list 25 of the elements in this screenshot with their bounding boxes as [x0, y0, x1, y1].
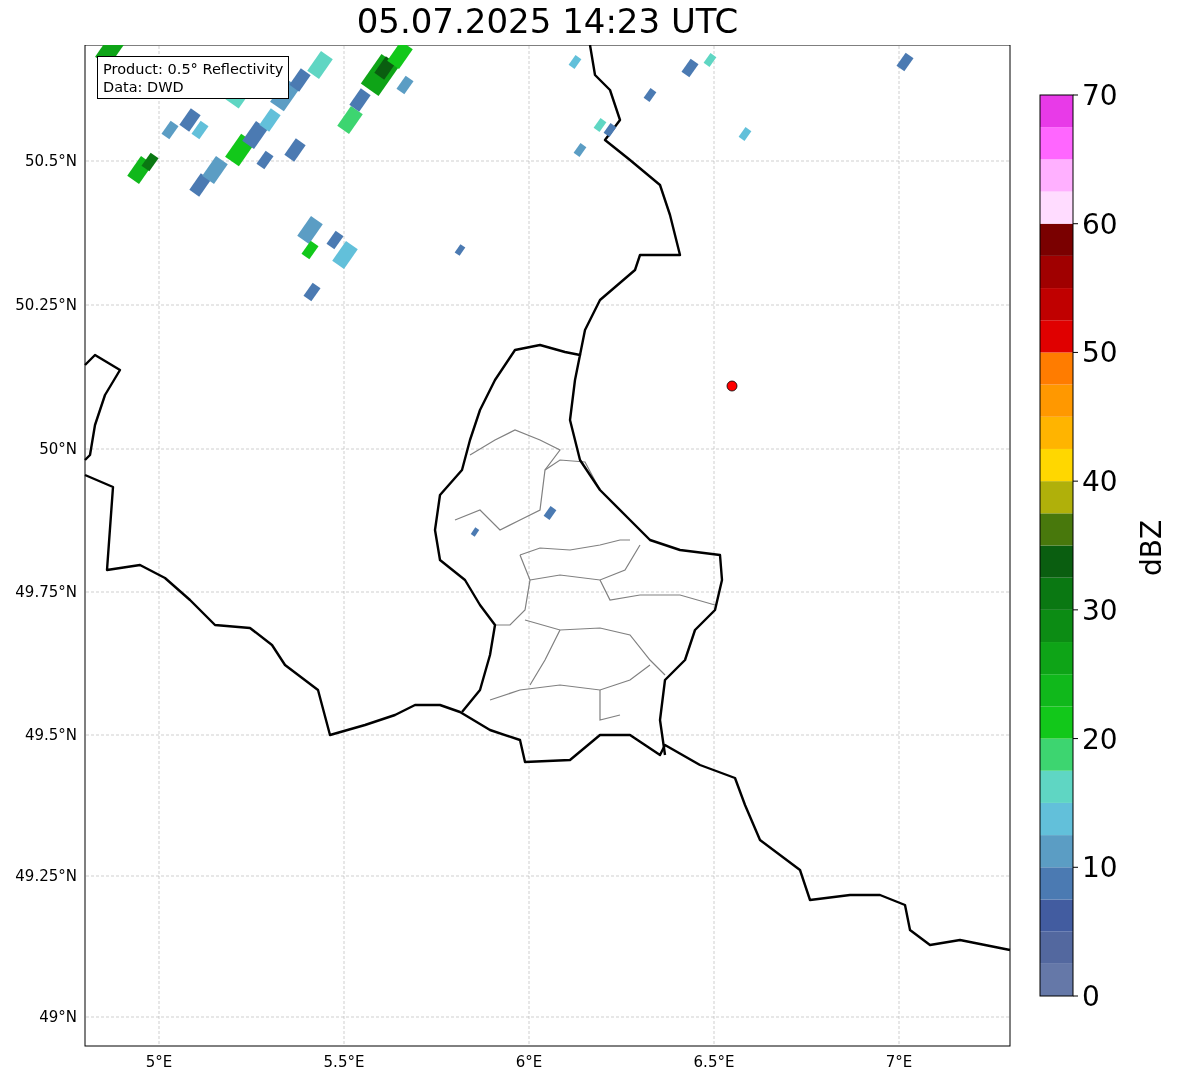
- x-axis-label: 6°E: [515, 1053, 543, 1071]
- y-axis-label: 49.5°N: [24, 726, 77, 744]
- colorbar-tick-label: 60: [1082, 207, 1118, 241]
- y-axis-label: 49.75°N: [15, 583, 77, 601]
- colorbar-tick-label: 0: [1082, 980, 1100, 1013]
- station-marker: [726, 380, 738, 392]
- y-axis-label: 49°N: [39, 1008, 77, 1026]
- colorbar-tick-label: 70: [1082, 79, 1118, 112]
- colorbar-label: dBZ: [1135, 519, 1168, 577]
- y-axis-label: 49.25°N: [15, 867, 77, 885]
- chart-title: 05.07.2025 14:23 UTC: [356, 0, 739, 43]
- x-axis-label: 5.5°E: [323, 1053, 365, 1071]
- y-axis-label: 50.5°N: [24, 152, 77, 170]
- colorbar-tick-label: 50: [1082, 336, 1118, 370]
- y-axis-label: 50°N: [39, 440, 77, 458]
- colorbar-tick-label: 10: [1082, 851, 1118, 885]
- x-axis-label: 7°E: [885, 1053, 913, 1071]
- info-text: Product: 0.5° Reflectivity: [103, 60, 284, 78]
- colorbar-tick-label: 40: [1082, 465, 1118, 499]
- colorbar-tick-label: 20: [1082, 722, 1118, 756]
- y-axis-label: 50.25°N: [15, 296, 77, 314]
- x-axis-label: 6.5°E: [693, 1053, 735, 1071]
- info-text: Data: DWD: [103, 78, 185, 96]
- colorbar-tick-label: 30: [1082, 593, 1118, 627]
- x-axis-label: 5°E: [145, 1053, 173, 1071]
